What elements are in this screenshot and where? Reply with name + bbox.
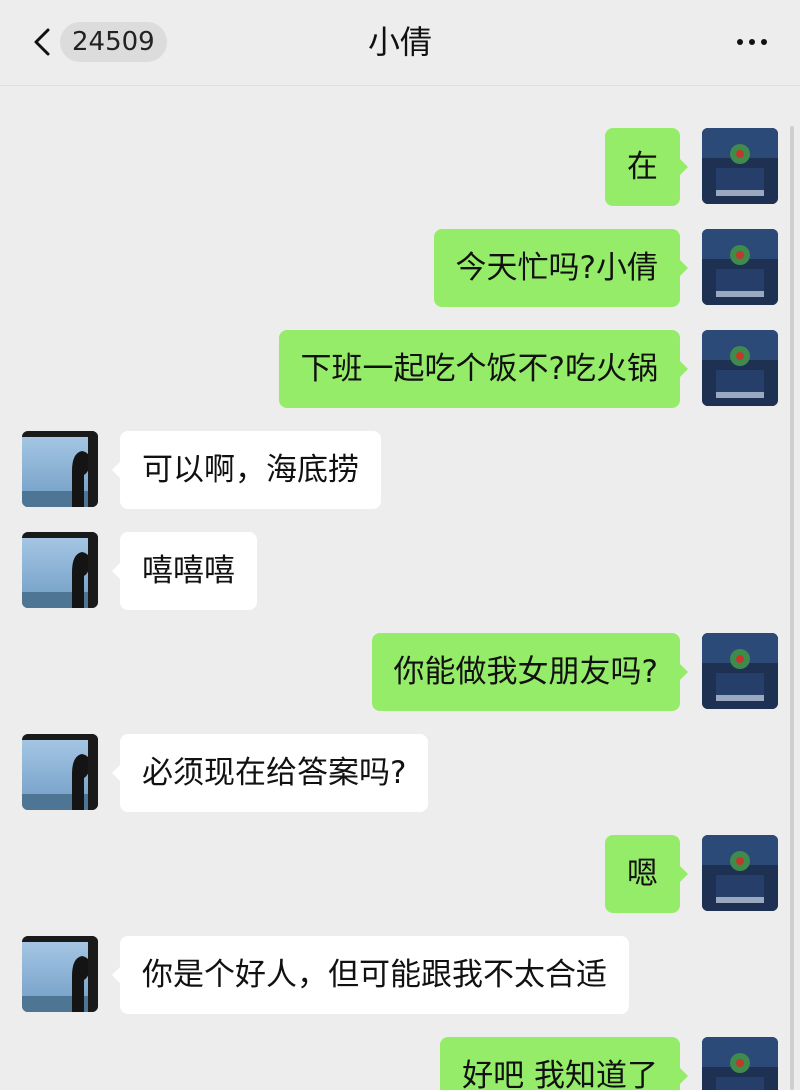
message-row: 你能做我女朋友吗? (0, 633, 800, 711)
message-row: 必须现在给答案吗? (0, 734, 800, 812)
message-row: 你是个好人，但可能跟我不太合适 (0, 936, 800, 1014)
chat-header: 24509 小倩 (0, 0, 800, 86)
message-bubble[interactable]: 下班一起吃个饭不?吃火锅 (278, 330, 689, 408)
contact-avatar[interactable] (22, 936, 98, 1012)
self-avatar[interactable] (702, 1037, 778, 1090)
message-bubble[interactable]: 必须现在给答案吗? (111, 734, 429, 812)
message-row: 嗯 (0, 835, 800, 913)
message-row: 在 (0, 128, 800, 206)
self-avatar[interactable] (702, 229, 778, 305)
self-avatar[interactable] (702, 835, 778, 911)
self-avatar[interactable] (702, 128, 778, 204)
message-row: 下班一起吃个饭不?吃火锅 (0, 330, 800, 408)
message-bubble[interactable]: 好吧 我知道了 (440, 1037, 688, 1090)
message-bubble[interactable]: 嘻嘻嘻 (112, 532, 257, 610)
self-avatar[interactable] (702, 633, 778, 709)
contact-avatar[interactable] (22, 532, 98, 608)
chat-title: 小倩 (367, 23, 432, 61)
more-button[interactable] (732, 26, 772, 58)
message-bubble[interactable]: 你能做我女朋友吗? (371, 633, 689, 711)
more-dots-icon (737, 39, 767, 45)
message-row: 可以啊，海底捞 (0, 431, 800, 509)
contact-avatar[interactable] (22, 431, 98, 507)
message-row: 今天忙吗?小倩 (0, 229, 800, 307)
contact-avatar[interactable] (22, 734, 98, 810)
message-bubble[interactable]: 在 (605, 128, 688, 206)
message-bubble[interactable]: 你是个好人，但可能跟我不太合适 (112, 936, 629, 1014)
message-row: 好吧 我知道了 (0, 1037, 800, 1090)
message-row: 嘻嘻嘻 (0, 532, 800, 610)
message-bubble[interactable]: 嗯 (605, 835, 688, 913)
self-avatar[interactable] (702, 330, 778, 406)
message-bubble[interactable]: 可以啊，海底捞 (112, 431, 381, 509)
message-bubble[interactable]: 今天忙吗?小倩 (433, 229, 689, 307)
